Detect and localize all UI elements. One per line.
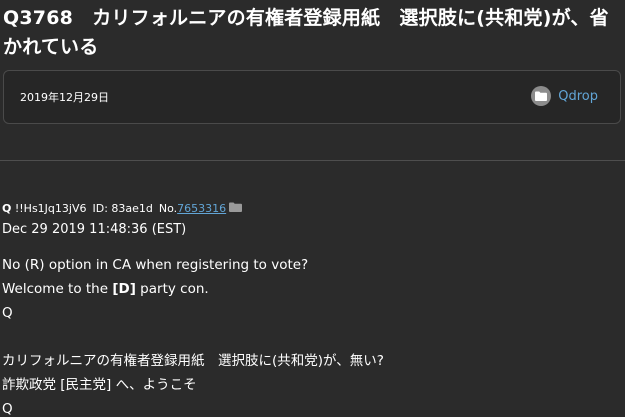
post-line-2-bold: [D] <box>112 281 136 297</box>
page: Q3768 カリフォルニアの有権者登録用紙 選択肢に(共和党)が、省かれている … <box>0 0 625 417</box>
qdrop-category-link[interactable]: Qdrop <box>531 86 598 106</box>
post-timestamp: Dec 29 2019 11:48:36 (EST) <box>2 222 187 237</box>
post-spacer <box>2 325 622 349</box>
folder-icon <box>531 86 552 106</box>
post-meta-box: 2019年12月29日 Qdrop <box>3 70 621 124</box>
qdrop-link-label[interactable]: Qdrop <box>558 89 598 104</box>
section-divider <box>0 160 625 161</box>
post-line-1: No (R) option in CA when registering to … <box>2 257 309 273</box>
q-post: Q !!Hs1Jq13jV6 ID: 83ae1d No. 7653316 De… <box>2 200 622 417</box>
post-number-label: No. <box>158 202 178 215</box>
post-line-3: Q <box>2 305 13 321</box>
post-body: No (R) option in CA when registering to … <box>2 253 622 417</box>
post-header: Q !!Hs1Jq13jV6 ID: 83ae1d No. 7653316 <box>2 200 622 218</box>
post-id-value: 83ae1d <box>111 202 153 215</box>
post-line-2: Welcome to the [D] party con. <box>2 281 209 297</box>
page-title: Q3768 カリフォルニアの有権者登録用紙 選択肢に(共和党)が、省かれている <box>3 7 609 58</box>
post-id-label: ID: <box>92 202 108 215</box>
post-date: 2019年12月29日 <box>20 91 109 104</box>
post-author: Q <box>2 202 12 215</box>
post-line-5: 詐欺政党 [民主党] へ、ようこそ <box>2 377 197 393</box>
small-folder-icon[interactable] <box>229 200 243 218</box>
post-line-6: Q <box>2 401 13 417</box>
post-line-4: カリフォルニアの有権者登録用紙 選択肢に(共和党)が、無い? <box>2 353 384 369</box>
post-tripcode: !!Hs1Jq13jV6 <box>14 202 87 215</box>
post-number-link[interactable]: 7653316 <box>177 200 226 218</box>
